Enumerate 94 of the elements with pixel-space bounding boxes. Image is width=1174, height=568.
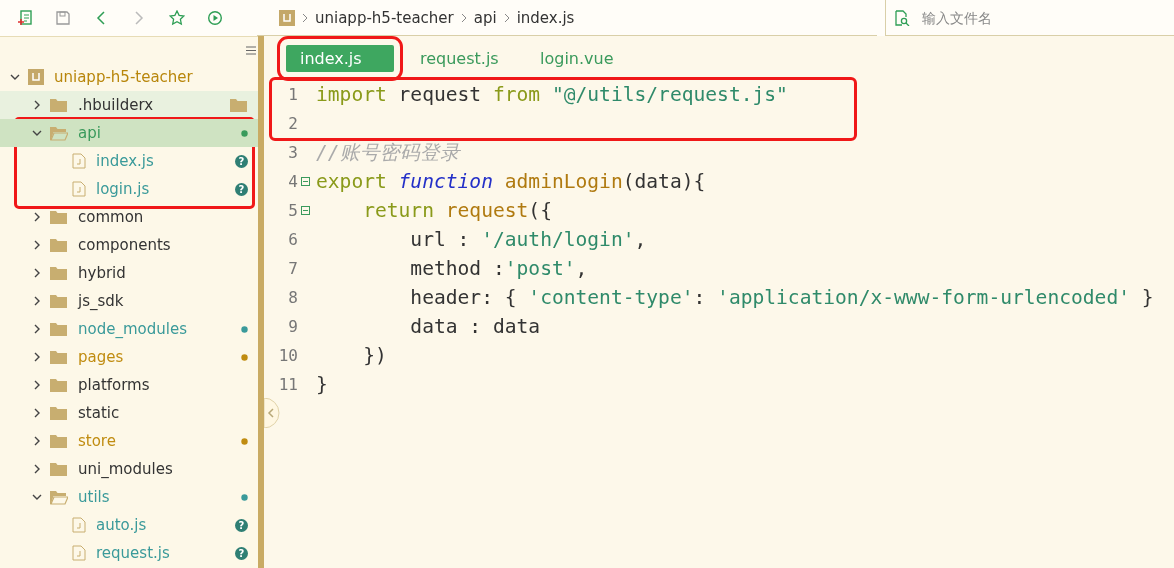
line-number: 2 <box>287 114 298 133</box>
chevron-right-icon[interactable] <box>32 324 42 334</box>
untracked-badge: ? <box>235 518 248 532</box>
code-line: import request from "@/utils/request.js" <box>316 83 788 106</box>
line-number: 4 <box>287 172 298 191</box>
chevron-right-icon[interactable] <box>32 352 42 362</box>
chevron-down-icon[interactable] <box>10 72 20 82</box>
line-number: 10 <box>277 346 298 365</box>
editor-tab[interactable]: index.js <box>286 44 394 72</box>
tree-item[interactable]: auto.js ? <box>0 511 258 539</box>
chevron-right-icon[interactable] <box>32 100 42 110</box>
fold-icon[interactable] <box>300 206 310 215</box>
folder-icon <box>50 321 68 337</box>
search-field[interactable]: 输入文件名 <box>920 8 1124 27</box>
folder-icon <box>50 97 68 113</box>
breadcrumb-item[interactable]: uniapp-h5-teacher <box>315 8 454 27</box>
editor-tab[interactable]: login.vue <box>526 44 634 72</box>
file-icon <box>72 545 86 561</box>
breadcrumb-item[interactable]: api <box>473 8 497 27</box>
chevron-right-icon[interactable] <box>32 240 42 250</box>
chevron-right-icon[interactable] <box>32 212 42 222</box>
folder-icon <box>50 377 68 393</box>
tree-item[interactable]: index.js ? <box>0 147 258 175</box>
tree-item[interactable]: uni_modules <box>0 455 258 483</box>
code-line: export function adminLogin(data){ <box>316 170 706 193</box>
tree-item[interactable]: platforms <box>0 371 258 399</box>
code-line: method :'post', <box>409 257 588 280</box>
file-icon <box>72 153 86 169</box>
folder-icon <box>50 265 68 281</box>
run-icon[interactable] <box>207 10 223 26</box>
folder-icon <box>50 237 68 253</box>
tree-item[interactable]: node_modules <box>0 315 258 343</box>
chevron-down-icon[interactable] <box>32 128 42 138</box>
folder-icon <box>50 405 68 421</box>
tree-item[interactable]: uniapp-h5-teacher <box>0 63 258 91</box>
tree-item[interactable]: common <box>0 203 258 231</box>
chevron-right-icon[interactable] <box>32 268 42 278</box>
code-line: header: { 'content-type': 'application/x-www-form-urlencoded' } <box>409 286 1154 309</box>
file-icon <box>72 181 86 197</box>
star-icon[interactable] <box>169 10 185 26</box>
project-icon <box>28 69 44 85</box>
line-number: 6 <box>287 230 298 249</box>
file-icon <box>72 517 86 533</box>
code-line: } <box>316 373 328 396</box>
open-folder-icon <box>50 125 68 141</box>
folder-icon <box>50 349 68 365</box>
tree-item[interactable]: api <box>0 119 258 147</box>
untracked-badge: ? <box>235 182 248 196</box>
open-folder-icon <box>50 489 68 505</box>
chevron-right-icon <box>502 11 511 24</box>
line-number: 5 <box>287 201 298 220</box>
chevron-down-icon[interactable] <box>32 492 42 502</box>
code-line: url : '/auth/login', <box>409 228 647 251</box>
chevron-right-icon[interactable] <box>32 380 42 390</box>
line-number: 1 <box>287 85 298 104</box>
chevron-right-icon[interactable] <box>32 408 42 418</box>
tree-item[interactable]: hybrid <box>0 259 258 287</box>
chevron-right-icon <box>459 11 468 24</box>
folder-icon <box>50 461 68 477</box>
folder-icon <box>50 209 68 225</box>
chevron-right-icon[interactable] <box>32 296 42 306</box>
breadcrumb-item[interactable]: index.js <box>516 8 575 27</box>
tree-item[interactable]: components <box>0 231 258 259</box>
editor-tab[interactable]: request.js <box>406 44 514 72</box>
code-line: data : data <box>409 315 541 338</box>
collapse-handle-icon[interactable] <box>264 398 282 428</box>
folder-icon <box>50 433 68 449</box>
code-line: }) <box>362 344 387 367</box>
tree-item[interactable]: static <box>0 399 258 427</box>
line-number: 8 <box>287 288 298 307</box>
file-search-icon <box>894 9 910 26</box>
tree-item[interactable]: request.js ? <box>0 539 258 567</box>
menu-icon[interactable] <box>246 45 256 55</box>
project-icon <box>279 9 295 26</box>
fold-icon[interactable] <box>300 177 310 186</box>
tree-item[interactable]: store <box>0 427 258 455</box>
tree-item[interactable]: pages <box>0 343 258 371</box>
line-number: 11 <box>277 375 298 394</box>
code-line: //账号密码登录 <box>316 140 460 166</box>
code-line: return request({ <box>362 199 552 222</box>
untracked-badge: ? <box>235 154 248 168</box>
chevron-right-icon[interactable] <box>32 464 42 474</box>
line-number: 7 <box>287 259 298 278</box>
tree-item[interactable]: login.js ? <box>0 175 258 203</box>
tree-item[interactable]: .hbuilderx <box>0 91 258 119</box>
new-file-icon[interactable] <box>17 10 33 26</box>
folder-icon <box>50 293 68 309</box>
tree-item[interactable]: js_sdk <box>0 287 258 315</box>
tree-item[interactable]: utils <box>0 483 258 511</box>
chevron-right-icon[interactable] <box>32 436 42 446</box>
line-number: 9 <box>287 317 298 336</box>
untracked-badge: ? <box>235 546 248 560</box>
line-number: 3 <box>287 143 298 162</box>
chevron-right-icon <box>301 11 309 24</box>
